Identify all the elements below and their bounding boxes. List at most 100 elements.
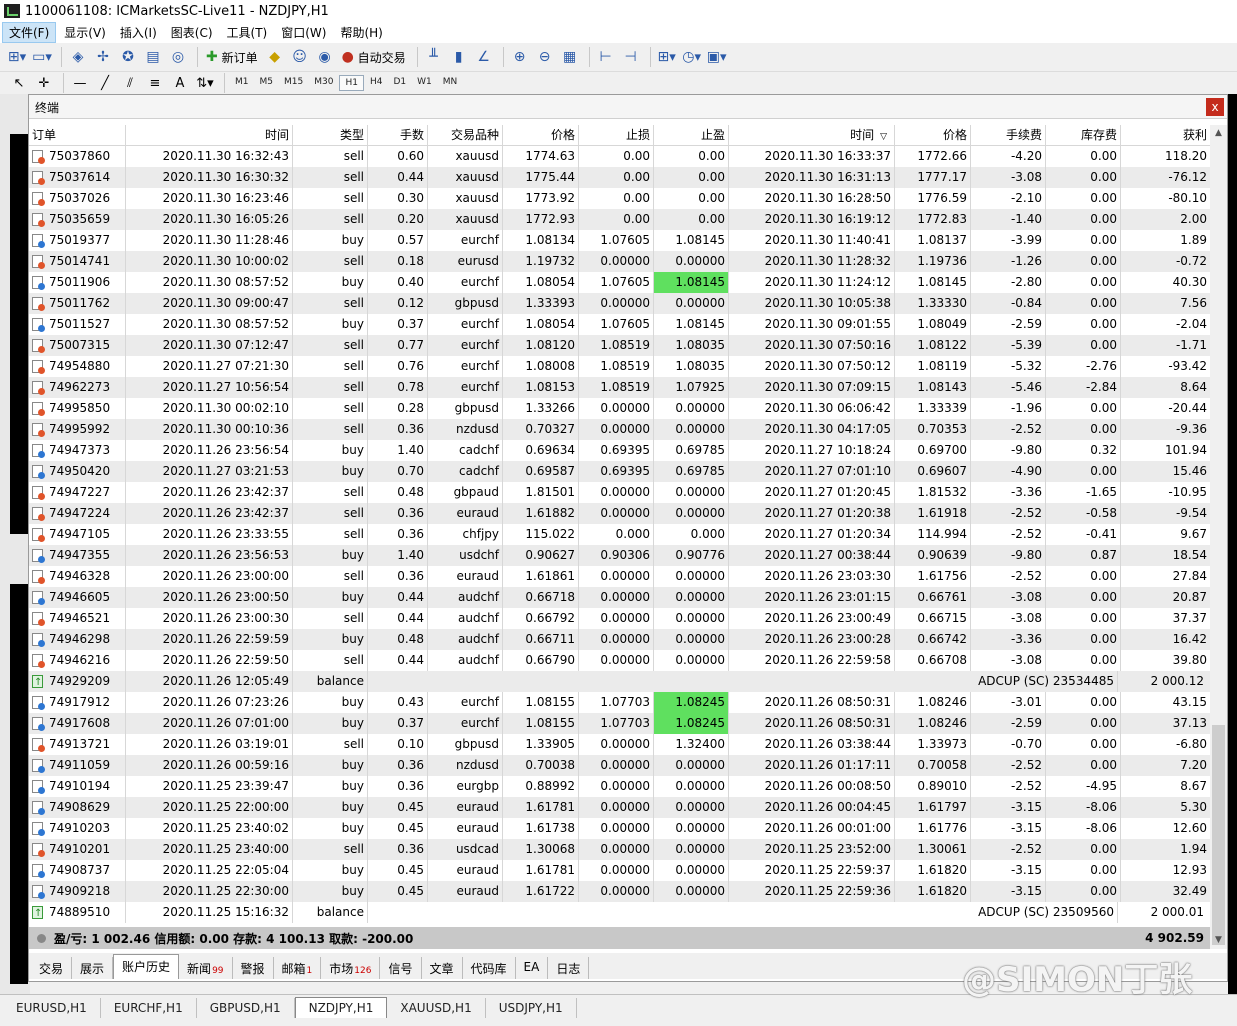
table-row[interactable]: 74946605 2020.11.26 23:00:50 buy 0.44 audchf… [29, 587, 1210, 608]
auto-scroll-icon[interactable]: ⊢ [595, 47, 617, 67]
terminal-tab[interactable]: 代码库 [463, 957, 516, 979]
table-row[interactable]: 74913721 2020.11.26 03:19:01 sell 0.10 gbpus… [29, 734, 1210, 755]
table-row[interactable]: 74917912 2020.11.26 07:23:26 buy 0.43 eurchf… [29, 692, 1210, 713]
table-row[interactable]: 74947227 2020.11.26 23:42:37 sell 0.48 gbpau… [29, 482, 1210, 503]
table-row[interactable]: 74911059 2020.11.26 00:59:16 buy 0.36 nzdusd… [29, 755, 1210, 776]
column-header[interactable]: 止损 [579, 125, 654, 146]
scrollbar-thumb[interactable] [1212, 725, 1225, 945]
vertical-scrollbar[interactable]: ▲ ▼ [1210, 125, 1227, 949]
table-row[interactable]: 75035659 2020.11.30 16:05:26 sell 0.20 xauus… [29, 209, 1210, 230]
text-tool-icon[interactable]: A [169, 73, 191, 93]
timeframe-button[interactable]: H1 [339, 75, 364, 91]
chart-shift-icon[interactable]: ⊣ [620, 47, 642, 67]
timeframe-button[interactable]: M1 [230, 75, 254, 91]
column-header[interactable]: 止盈 [654, 125, 729, 146]
timeframe-button[interactable]: D1 [388, 75, 411, 91]
candlestick-icon[interactable]: ▮ [448, 47, 470, 67]
market-watch-icon[interactable]: ◈ [67, 47, 89, 67]
terminal-tab[interactable]: 市场126 [321, 957, 381, 979]
terminal-tab[interactable]: 日志 [548, 957, 590, 979]
column-header[interactable]: 价格 [895, 125, 971, 146]
auto-trading-button[interactable]: ● 自动交易 [339, 47, 409, 67]
column-header[interactable]: 价格 [503, 125, 579, 146]
table-row[interactable]: 74910201 2020.11.25 23:40:00 sell 0.36 usdca… [29, 839, 1210, 860]
terminal-tab[interactable]: 信号 [380, 957, 422, 979]
table-row[interactable]: 75037860 2020.11.30 16:32:43 sell 0.60 xauus… [29, 146, 1210, 167]
menu-item[interactable]: 窗口(W) [275, 23, 332, 42]
chart-tab[interactable]: XAUUSD,H1 [387, 998, 486, 1018]
channel-icon[interactable]: ⫽ [119, 73, 141, 93]
zoom-out-icon[interactable]: ⊖ [534, 47, 556, 67]
table-row[interactable]: 74946298 2020.11.26 22:59:59 buy 0.48 audchf… [29, 629, 1210, 650]
table-row[interactable]: 74946328 2020.11.26 23:00:00 sell 0.36 eurau… [29, 566, 1210, 587]
periods-icon[interactable]: ◷ ▾ [681, 47, 703, 67]
scroll-up-icon[interactable]: ▲ [1210, 125, 1227, 142]
chart-tab[interactable]: USDJPY,H1 [486, 998, 577, 1018]
menu-item[interactable]: 帮助(H) [334, 23, 388, 42]
terminal-tab[interactable]: 文章 [422, 957, 463, 979]
terminal-tab[interactable]: 新闻99 [179, 957, 233, 979]
strategy-tester-icon[interactable]: ◎ [167, 47, 189, 67]
table-row[interactable]: 75019377 2020.11.30 11:28:46 buy 0.57 eurchf… [29, 230, 1210, 251]
table-row[interactable]: 74946521 2020.11.26 23:00:30 sell 0.44 audch… [29, 608, 1210, 629]
timeframe-button[interactable]: M15 [279, 75, 308, 91]
table-row[interactable]: 74954880 2020.11.27 07:21:30 sell 0.76 eurch… [29, 356, 1210, 377]
table-row[interactable]: 74910203 2020.11.25 23:40:02 buy 0.45 euraud… [29, 818, 1210, 839]
crosshair-icon[interactable]: ✛ [33, 73, 55, 93]
table-row[interactable]: 74908737 2020.11.25 22:05:04 buy 0.45 euraud… [29, 860, 1210, 881]
menu-item[interactable]: 工具(T) [221, 23, 274, 42]
table-row[interactable]: 75037614 2020.11.30 16:30:32 sell 0.44 xauus… [29, 167, 1210, 188]
zoom-in-icon[interactable]: ⊕ [509, 47, 531, 67]
table-row[interactable]: 75011762 2020.11.30 09:00:47 sell 0.12 gbpus… [29, 293, 1210, 314]
timeframe-button[interactable]: MN [438, 75, 463, 91]
column-header[interactable]: 交易品种 [428, 125, 503, 146]
table-row[interactable]: 74909218 2020.11.25 22:30:00 buy 0.45 euraud… [29, 881, 1210, 902]
table-row[interactable]: 74947105 2020.11.26 23:33:55 sell 0.36 chfjp… [29, 524, 1210, 545]
table-row[interactable]: 74995850 2020.11.30 00:02:10 sell 0.28 gbpus… [29, 398, 1210, 419]
table-row[interactable]: 74889510 2020.11.25 15:16:32balanceADCUP … [29, 902, 1210, 923]
column-header[interactable]: 手数 [368, 125, 428, 146]
table-row[interactable]: 74947355 2020.11.26 23:56:53 buy 1.40 usdchf… [29, 545, 1210, 566]
scroll-down-icon[interactable]: ▼ [1210, 932, 1227, 949]
timeframe-button[interactable]: W1 [412, 75, 437, 91]
table-row[interactable]: 75011906 2020.11.30 08:57:52 buy 0.40 eurchf… [29, 272, 1210, 293]
table-row[interactable]: 74947373 2020.11.26 23:56:54 buy 1.40 cadchf… [29, 440, 1210, 461]
table-row[interactable]: 75037026 2020.11.30 16:23:46 sell 0.30 xauus… [29, 188, 1210, 209]
terminal-tab[interactable]: 邮箱1 [274, 957, 322, 979]
chart-tab[interactable]: EURCHF,H1 [101, 998, 197, 1018]
tile-windows-icon[interactable]: ▦ [559, 47, 581, 67]
table-row[interactable]: 74917608 2020.11.26 07:01:00 buy 0.37 eurchf… [29, 713, 1210, 734]
timeframe-button[interactable]: M5 [255, 75, 279, 91]
menu-item[interactable]: 文件(F) [2, 22, 57, 43]
column-header[interactable]: 获利 [1121, 125, 1210, 146]
menu-item[interactable]: 图表(C) [165, 23, 219, 42]
table-row[interactable]: 74910194 2020.11.25 23:39:47 buy 0.36 eurgbp… [29, 776, 1210, 797]
navigator-icon[interactable]: ✪ [117, 47, 139, 67]
menu-item[interactable]: 插入(I) [114, 23, 163, 42]
column-header[interactable]: 时间 ▽ [729, 125, 895, 146]
chart-tab[interactable]: EURUSD,H1 [3, 998, 101, 1018]
table-row[interactable]: 74946216 2020.11.26 22:59:50 sell 0.44 audch… [29, 650, 1210, 671]
table-row[interactable]: 74947224 2020.11.26 23:42:37 sell 0.36 eurau… [29, 503, 1210, 524]
menu-item[interactable]: 显示(V) [58, 23, 112, 42]
new-chart-icon[interactable]: ⊞ ▾ [6, 47, 28, 67]
chart-tab[interactable]: GBPUSD,H1 [197, 998, 295, 1018]
templates-icon[interactable]: ▣ ▾ [706, 47, 728, 67]
new-order-button[interactable]: ✚ 新订单 [203, 47, 261, 67]
bar-chart-icon[interactable]: ╨ [423, 47, 445, 67]
fibonacci-icon[interactable]: ≡ [144, 73, 166, 93]
chart-tab[interactable]: NZDJPY,H1 [294, 997, 388, 1018]
terminal-tab[interactable]: 交易 [31, 957, 73, 979]
vps-icon[interactable]: ◉ [314, 47, 336, 67]
table-row[interactable]: 74995992 2020.11.30 00:10:36 sell 0.36 nzdus… [29, 419, 1210, 440]
data-window-icon[interactable]: ✢ [92, 47, 114, 67]
cursor-icon[interactable]: ↖ [8, 73, 30, 93]
table-row[interactable]: 74908629 2020.11.25 22:00:00 buy 0.45 euraud… [29, 797, 1210, 818]
table-row[interactable]: 74962273 2020.11.27 10:56:54 sell 0.78 eurch… [29, 377, 1210, 398]
terminal-tab[interactable]: EA [516, 957, 549, 979]
table-row[interactable]: 75011527 2020.11.30 08:57:52 buy 0.37 eurchf… [29, 314, 1210, 335]
signals-icon[interactable]: ☺ [289, 47, 311, 67]
terminal-tab[interactable]: 账户历史 [113, 954, 180, 979]
column-header[interactable]: 订单 [29, 125, 126, 146]
column-header[interactable]: 类型 [293, 125, 368, 146]
